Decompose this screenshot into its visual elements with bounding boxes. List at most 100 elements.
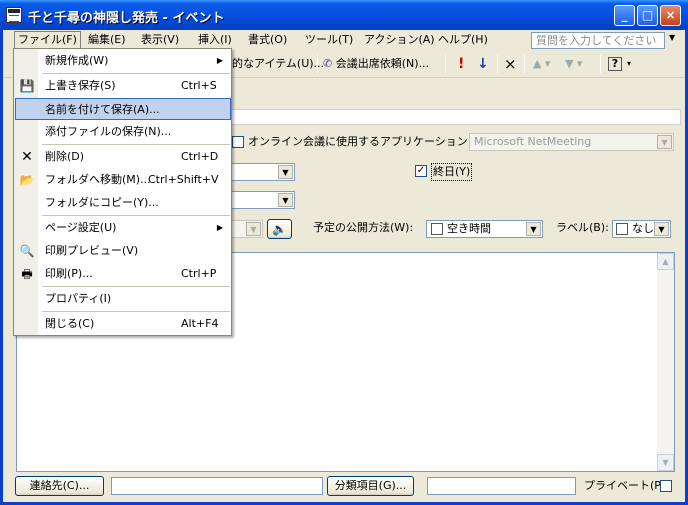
submenu-arrow-icon: ▶ xyxy=(216,56,223,65)
title-bar[interactable]: 千と千尋の神隠し発売 - イベント _ □ × xyxy=(0,0,688,30)
dropdown-arrow-icon: ▼ xyxy=(657,135,672,149)
menu-view[interactable]: 表示(V) xyxy=(138,31,182,49)
categories-input[interactable] xyxy=(427,477,576,495)
menu-item-label: 閉じる(C) xyxy=(45,317,95,330)
minimize-button[interactable]: _ xyxy=(614,5,635,26)
menu-item-delete[interactable]: ✕ 削除(D) Ctrl+D xyxy=(15,146,231,168)
menu-item-label: 印刷(P)... xyxy=(45,267,93,280)
help-search-dropdown-icon[interactable]: ▼ xyxy=(669,33,675,42)
importance-low-icon[interactable]: ↓ xyxy=(477,55,489,73)
menu-format[interactable]: 書式(O) xyxy=(245,31,290,49)
label-color-swatch xyxy=(616,223,628,235)
menu-item-label: 削除(D) xyxy=(45,150,85,163)
help-icon[interactable]: ? xyxy=(608,57,622,71)
menu-separator xyxy=(42,286,230,287)
file-menu: 新規作成(W) ▶ 💾 上書き保存(S) Ctrl+S 名前を付けて保存(A).… xyxy=(13,48,232,336)
private-checkbox[interactable] xyxy=(660,480,672,492)
scroll-up-icon[interactable]: ▲ xyxy=(657,253,674,270)
menu-item-shortcut: Alt+F4 xyxy=(181,317,219,330)
delete-icon[interactable]: × xyxy=(504,55,517,73)
menu-item-label: 新規作成(W) xyxy=(45,54,109,67)
menu-item-save-attachments[interactable]: 添付ファイルの保存(N)... xyxy=(15,121,231,143)
print-icon: 🖶 xyxy=(21,267,33,281)
menu-insert[interactable]: 挿入(I) xyxy=(195,31,235,49)
dropdown-arrow-icon[interactable]: ▼ xyxy=(278,165,293,179)
label-field-label: ラベル(B): xyxy=(556,221,609,234)
menu-item-print-preview[interactable]: 🔍 印刷プレビュー(V) xyxy=(15,240,231,262)
bottom-bar: 連絡先(C)... 分類項目(G)... プライベート(P) xyxy=(3,474,685,502)
contacts-button[interactable]: 連絡先(C)... xyxy=(15,476,104,496)
menu-tools[interactable]: ツール(T) xyxy=(302,31,356,49)
menu-item-label: フォルダにコピー(Y)... xyxy=(45,196,159,209)
start-time-select[interactable]: ▼ xyxy=(231,163,295,181)
toolbar-separator xyxy=(600,55,601,73)
all-day-label: 終日(Y) xyxy=(431,163,473,181)
menu-item-label: ページ設定(U) xyxy=(45,221,117,234)
menu-item-label: フォルダへ移動(M)... xyxy=(45,173,151,186)
menu-item-save[interactable]: 💾 上書き保存(S) Ctrl+S xyxy=(15,75,231,97)
meeting-request-button[interactable]: ✆ 会議出席依頼(N)... xyxy=(323,55,429,73)
menu-item-properties[interactable]: プロパティ(I) xyxy=(15,288,231,310)
menu-separator xyxy=(42,215,230,216)
menu-item-label: 印刷プレビュー(V) xyxy=(45,244,139,257)
meeting-request-label: 会議出席依頼(N)... xyxy=(335,57,430,70)
meeting-icon: ✆ xyxy=(323,57,333,70)
menu-help[interactable]: ヘルプ(H) xyxy=(435,31,491,49)
menu-separator xyxy=(42,311,230,312)
menu-item-shortcut: Ctrl+D xyxy=(181,150,219,163)
menu-separator xyxy=(42,144,230,145)
show-time-as-label: 予定の公開方法(W): xyxy=(313,221,414,234)
menu-item-close[interactable]: 閉じる(C) Alt+F4 xyxy=(15,313,231,335)
next-item-icon[interactable]: ▼ ▾ xyxy=(565,55,582,73)
menu-item-copy-to-folder[interactable]: フォルダにコピー(Y)... xyxy=(15,192,231,214)
maximize-button[interactable]: □ xyxy=(637,5,658,26)
menu-item-shortcut: Ctrl+Shift+V xyxy=(148,173,219,186)
all-day-checkbox[interactable]: ✓ xyxy=(415,165,427,177)
close-button[interactable]: × xyxy=(660,5,681,26)
label-value: なし xyxy=(632,222,654,235)
label-select[interactable]: なし ▼ xyxy=(612,220,671,238)
menu-item-print[interactable]: 🖶 印刷(P)... Ctrl+P xyxy=(15,263,231,285)
subject-input[interactable] xyxy=(231,109,681,125)
menu-item-move-to-folder[interactable]: 📂 フォルダへ移動(M)... Ctrl+Shift+V xyxy=(15,169,231,191)
reminder-sound-button[interactable]: 🔈 xyxy=(267,219,292,239)
delete-icon: ✕ xyxy=(21,149,33,165)
menu-actions[interactable]: アクション(A) xyxy=(361,31,438,49)
notes-scrollbar[interactable]: ▲ ▼ xyxy=(657,253,674,471)
online-meeting-checkbox[interactable] xyxy=(232,136,244,148)
online-meeting-label: オンライン会議に使用するアプリケーション： xyxy=(248,135,479,148)
menu-item-page-setup[interactable]: ページ設定(U) ▶ xyxy=(15,217,231,239)
speaker-icon: 🔈 xyxy=(272,222,287,236)
categories-button[interactable]: 分類項目(G)... xyxy=(327,476,414,496)
submenu-arrow-icon: ▶ xyxy=(216,223,223,232)
toolbar-options-icon[interactable]: ▾ xyxy=(627,55,631,73)
print-preview-icon: 🔍 xyxy=(19,244,35,258)
end-time-select[interactable]: ▼ xyxy=(231,191,295,209)
menu-edit[interactable]: 編集(E) xyxy=(85,31,129,49)
importance-high-icon[interactable]: ! xyxy=(458,55,464,73)
dropdown-arrow-icon[interactable]: ▼ xyxy=(526,222,541,236)
toolbar-separator xyxy=(524,55,525,73)
menu-bar: ファイル(F) 編集(E) 表示(V) 挿入(I) 書式(O) ツール(T) ア… xyxy=(3,30,685,50)
previous-item-icon[interactable]: ▲ ▾ xyxy=(533,55,550,73)
online-meeting-app-select: Microsoft NetMeeting ▼ xyxy=(469,133,674,151)
dropdown-arrow-icon[interactable]: ▼ xyxy=(278,193,293,207)
move-folder-icon: 📂 xyxy=(19,173,35,187)
scroll-down-icon[interactable]: ▼ xyxy=(657,454,674,471)
free-status-swatch xyxy=(431,223,443,235)
menu-item-shortcut: Ctrl+S xyxy=(181,79,217,92)
recurrence-button[interactable]: 的なアイテム(U)... xyxy=(232,55,324,73)
private-label: プライベート(P) xyxy=(584,479,666,492)
contacts-input[interactable] xyxy=(111,477,323,495)
menu-file[interactable]: ファイル(F) xyxy=(14,31,81,49)
help-search-input[interactable]: 質問を入力してください xyxy=(531,32,665,49)
menu-item-save-as[interactable]: 名前を付けて保存(A)... xyxy=(15,98,231,120)
menu-item-label: 上書き保存(S) xyxy=(45,79,116,92)
menu-item-label: 添付ファイルの保存(N)... xyxy=(45,125,172,138)
menu-item-new[interactable]: 新規作成(W) ▶ xyxy=(15,50,231,72)
show-time-as-select[interactable]: 空き時間 ▼ xyxy=(426,220,543,238)
online-meeting-app-value: Microsoft NetMeeting xyxy=(474,135,592,148)
window-title: 千と千尋の神隠し発売 - イベント xyxy=(28,11,225,26)
toolbar-separator xyxy=(317,55,318,73)
dropdown-arrow-icon[interactable]: ▼ xyxy=(654,222,669,236)
